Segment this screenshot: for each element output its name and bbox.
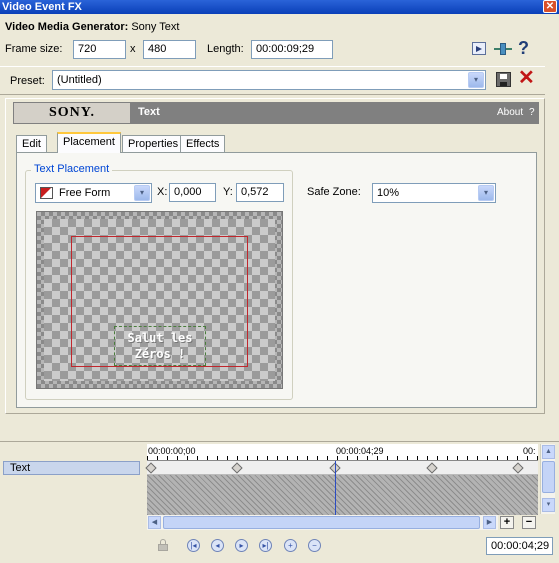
safe-zone-value: 10% xyxy=(377,187,400,199)
add-keyframe-icon[interactable]: + xyxy=(284,539,297,552)
tab-effects[interactable]: Effects xyxy=(180,135,226,153)
generator-label: Video Media Generator: xyxy=(5,21,129,33)
first-keyframe-icon[interactable]: |◂ xyxy=(187,539,200,552)
close-icon: ✕ xyxy=(545,1,555,12)
chevron-down-icon: ▾ xyxy=(468,72,484,88)
preset-label: Preset: xyxy=(10,75,45,87)
current-time-field[interactable]: 00:00:04;29 xyxy=(486,537,553,555)
keyframe-marker[interactable] xyxy=(145,462,157,474)
free-form-icon xyxy=(40,187,53,199)
about-link[interactable]: About xyxy=(497,107,523,118)
tab-placement[interactable]: Placement xyxy=(57,132,121,153)
frame-height-field[interactable]: 480 xyxy=(143,40,196,59)
zoom-in-button[interactable]: + xyxy=(500,516,514,529)
horizontal-scrollbar[interactable]: ◀ ▶ xyxy=(147,515,498,530)
preview-text-line2: Zéros ! xyxy=(134,347,186,361)
ruler-end-label: 00: xyxy=(523,446,536,456)
vertical-scrollbar[interactable]: ▲ ▾ xyxy=(540,444,555,514)
length-field[interactable]: 00:00:09;29 xyxy=(251,40,333,59)
frame-size-label: Frame size: xyxy=(5,43,63,55)
chevron-down-icon: ▾ xyxy=(478,185,494,201)
vertical-scroll-thumb[interactable] xyxy=(542,461,555,493)
delete-preset-icon[interactable]: ✕ xyxy=(518,68,535,88)
text-placement-label: Text Placement xyxy=(31,163,113,175)
text-position-box[interactable]: Salut les Zéros ! xyxy=(114,326,206,366)
keyframe-row[interactable] xyxy=(145,461,538,475)
keyframe-marker[interactable] xyxy=(426,462,438,474)
next-keyframe-icon[interactable]: ▸ xyxy=(235,539,248,552)
window-title-bar[interactable]: Video Event FX xyxy=(0,0,559,14)
preview-icon[interactable] xyxy=(472,42,486,55)
scroll-up-icon[interactable]: ▲ xyxy=(542,445,555,459)
y-coordinate-field[interactable]: 0,572 xyxy=(236,183,284,202)
length-label: Length: xyxy=(207,43,244,55)
placement-mode-dropdown[interactable]: Free Form ▾ xyxy=(35,183,152,203)
scroll-left-icon[interactable]: ◀ xyxy=(148,516,161,529)
frame-width-field[interactable]: 720 xyxy=(73,40,126,59)
tab-edit[interactable]: Edit xyxy=(16,135,47,153)
plugin-name: Text xyxy=(138,106,160,118)
previous-keyframe-icon[interactable]: ◂ xyxy=(211,539,224,552)
frame-size-separator: x xyxy=(130,43,136,55)
zoom-out-button[interactable]: − xyxy=(522,516,536,529)
keyframe-marker[interactable] xyxy=(512,462,524,474)
ruler-mid-label: 00:00:04;29 xyxy=(336,446,384,456)
generator-name: Sony Text xyxy=(131,21,180,33)
x-label: X: xyxy=(157,186,168,198)
ruler-start-label: 00:00:00;00 xyxy=(148,446,196,456)
chevron-down-icon: ▾ xyxy=(134,185,150,201)
scroll-down-icon[interactable]: ▾ xyxy=(542,498,555,512)
scroll-right-icon[interactable]: ▶ xyxy=(483,516,496,529)
preset-dropdown[interactable]: (Untitled) ▾ xyxy=(52,70,486,90)
x-coordinate-field[interactable]: 0,000 xyxy=(169,183,216,202)
banner-help-link[interactable]: ? xyxy=(529,107,535,118)
split-icon[interactable] xyxy=(494,42,512,56)
lock-icon[interactable] xyxy=(156,538,170,552)
horizontal-scroll-thumb[interactable] xyxy=(163,516,480,529)
generator-header: Video Media Generator: Sony Text xyxy=(5,21,179,33)
placement-mode-value: Free Form xyxy=(59,187,111,199)
timeline-ruler[interactable]: 00:00:00;00 00:00:04;29 00: xyxy=(147,444,538,461)
window-title: Video Event FX xyxy=(2,1,82,13)
track-label[interactable]: Text xyxy=(3,461,140,475)
safe-zone-label: Safe Zone: xyxy=(307,186,361,198)
placement-preview[interactable]: Salut les Zéros ! xyxy=(36,211,283,389)
safe-zone-dropdown[interactable]: 10% ▾ xyxy=(372,183,496,203)
delete-keyframe-icon[interactable]: − xyxy=(308,539,321,552)
timeline-cursor[interactable] xyxy=(335,461,336,515)
keyframe-marker[interactable] xyxy=(231,462,243,474)
sony-logo: SONY. xyxy=(13,102,131,124)
close-button[interactable]: ✕ xyxy=(543,0,557,13)
save-preset-icon[interactable] xyxy=(496,72,511,87)
preview-text-line1: Salut les xyxy=(127,331,193,345)
last-keyframe-icon[interactable]: ▸| xyxy=(259,539,272,552)
tab-properties[interactable]: Properties xyxy=(122,135,185,153)
help-icon[interactable]: ? xyxy=(518,38,529,59)
track-body xyxy=(147,475,538,515)
preset-value: (Untitled) xyxy=(57,74,102,86)
y-label: Y: xyxy=(223,186,233,198)
